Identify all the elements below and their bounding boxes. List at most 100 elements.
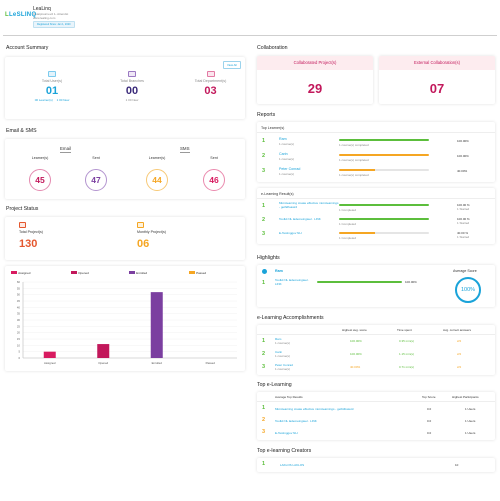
bar-enrolled[interactable] — [150, 292, 163, 358]
course-name[interactable]: Toolkit NL lademeingteel . LINK — [275, 419, 317, 423]
score: 100.00% — [350, 352, 362, 356]
new-users-link[interactable]: 1 00 New — [57, 98, 70, 102]
top-learners-title: Top Learner(s) — [261, 126, 285, 130]
highlights-title: Highlights — [257, 255, 280, 261]
learner-row[interactable]: 2 Carin 1 course(s) 1 course(s) complete… — [257, 151, 495, 164]
total-projects-label: Total Project(s) — [19, 230, 43, 234]
progress-bar — [339, 232, 429, 234]
top-elearning-row[interactable]: 1 Microlearning create effective microle… — [257, 404, 495, 415]
top-elearning-row[interactable]: 2 Toolkit NL lademeingteel . LINK 0.0 1 … — [257, 416, 495, 427]
y-tick-label: 55 — [17, 286, 21, 290]
bar-opened[interactable] — [97, 344, 110, 358]
avg: 2/2 — [457, 352, 462, 356]
top-score: 0.0 — [427, 419, 432, 423]
legend-label: Enrolled — [136, 271, 148, 275]
learner-row[interactable]: 1 Ram 1 course(s) 1 course(s) completed … — [257, 136, 495, 149]
learner-sub: 1 course(s) — [279, 157, 295, 161]
pct: 100.00% — [457, 154, 469, 158]
sms-label: SMS — [180, 146, 190, 153]
highlight-user-name[interactable]: Ram — [275, 269, 283, 273]
sms-sent-ring: 46 — [203, 169, 225, 191]
learner-sub: 1 course(s) — [275, 354, 291, 358]
course-name[interactable]: Microlearning create effective microlear… — [275, 407, 353, 411]
logo[interactable]: LLeSLINQ — [5, 12, 36, 18]
rank: 3 — [262, 364, 266, 370]
progress-bar — [339, 139, 429, 141]
top-elearning-row[interactable]: 3 E-Testinggov NLI 0.0 1 Users — [257, 428, 495, 439]
score: 100.00% — [350, 339, 362, 343]
elearning-results-title: e-Learning Result(s) — [261, 192, 294, 196]
email-learners-label: Learner(s) — [31, 156, 49, 160]
learner-row[interactable]: 3 Peter Conrad 1 course(s) 1 course(s) c… — [257, 166, 495, 179]
progress-bar — [339, 154, 429, 156]
col-header-avg: Avg. correct answers — [443, 328, 471, 332]
top-elearning-card: Average Top Results Top Score Highest Pa… — [257, 392, 495, 440]
rank: 1 — [262, 203, 266, 209]
legend-label: Opened — [78, 271, 89, 275]
registered-since-button[interactable]: Registered Since: Jan 1, 2020 — [33, 21, 75, 28]
pct-sub: 1 Started — [457, 221, 470, 225]
result-row[interactable]: 3 E-Testinggov NLI 1 Completed 40.00 % 1… — [257, 229, 495, 242]
progress-bar — [317, 281, 402, 283]
bar-assigned[interactable] — [43, 351, 56, 358]
external-collaboration-card[interactable]: External Collaboration(s) 07 — [379, 56, 495, 104]
legend-assigned[interactable]: Assigned — [11, 270, 30, 275]
progress-fill — [339, 139, 429, 141]
stat-label: Total Branches — [120, 79, 144, 83]
accomplishment-row[interactable]: 3 Peter Conrad 1 course(s) 40.00% 0.71 m… — [257, 362, 495, 374]
collaborated-label: Collaborated Project(s) — [293, 60, 337, 65]
course-name[interactable]: E-Testinggov NLI — [275, 431, 298, 435]
project-icon — [19, 222, 26, 228]
creator-name[interactable]: LAKLOS LAKLOS — [280, 463, 304, 467]
y-tick-label: 25 — [17, 324, 21, 328]
avg: 2/2 — [457, 365, 462, 369]
progress-bar — [339, 169, 429, 171]
accomplishment-row[interactable]: 1 Ram 1 course(s) 100.00% 0.35 min(s) 2/… — [257, 336, 495, 348]
external-value: 07 — [429, 81, 445, 96]
department-icon — [206, 71, 215, 77]
highlight-item-name[interactable]: Toolkit NL lademeingteel . LINK — [275, 278, 313, 286]
result-name[interactable]: E-Testinggov NLI — [279, 231, 339, 235]
bar-label: 1 course(s) completed — [339, 143, 369, 147]
y-tick-label: 40 — [17, 305, 21, 309]
divider — [257, 198, 495, 199]
rank: 1 — [262, 280, 266, 286]
divider — [257, 401, 495, 402]
y-tick-label: 10 — [17, 343, 21, 347]
divider — [257, 334, 495, 335]
result-row[interactable]: 1 Microlearning create effective microle… — [257, 201, 495, 214]
legend-swatch — [71, 271, 77, 275]
participants: 1 Users — [465, 407, 476, 411]
legend-passed[interactable]: Passed — [189, 270, 206, 275]
legend-enrolled[interactable]: Enrolled — [129, 270, 147, 275]
rank: 1 — [262, 338, 266, 344]
collaborated-projects-card[interactable]: Collaborated Project(s) 29 — [257, 56, 373, 104]
learner-name[interactable]: Peter Conrad — [279, 167, 300, 171]
x-tick-label: Enrolled — [152, 361, 163, 365]
learner-name[interactable]: Ram — [279, 137, 287, 141]
email-sent-label: Sent — [92, 156, 100, 160]
account-summary-card: View All Total User(s) 01 00 Learner(s) … — [5, 57, 245, 119]
company-website: www.lealing.com — [33, 16, 56, 20]
rank: 3 — [262, 429, 266, 435]
calendar-icon — [137, 222, 144, 228]
y-tick-label: 15 — [17, 337, 21, 341]
view-all-button[interactable]: View All — [223, 61, 241, 69]
stat-total-departments: Total Department(s) 03 — [183, 71, 238, 97]
result-row[interactable]: 2 Toolkit NL lademeingteel . LINK 1 Comp… — [257, 215, 495, 228]
learner-name[interactable]: Carin — [279, 152, 288, 156]
result-name[interactable]: Toolkit NL lademeingteel . LINK — [279, 217, 339, 221]
bar-label: 1 course(s) completed — [339, 173, 369, 177]
project-status-card: Total Project(s) 130 Monthly Project(s) … — [5, 217, 245, 260]
rank: 2 — [262, 217, 266, 223]
sms-sent-label: Sent — [210, 156, 218, 160]
legend-opened[interactable]: Opened — [71, 270, 89, 275]
elearning-results-card: e-Learning Result(s) 1 Microlearning cre… — [257, 188, 495, 244]
learners-link[interactable]: 00 Learner(s) — [35, 98, 53, 102]
accomplishments-card: Highest avg. score Time spent Avg. corre… — [257, 325, 495, 375]
accomplishment-row[interactable]: 2 Carin 1 course(s) 100.00% 1.15 min(s) … — [257, 349, 495, 361]
x-tick-label: Assigned — [44, 361, 56, 365]
average-score-label: Average Score — [453, 269, 477, 273]
top-score: 0.0 — [427, 407, 432, 411]
result-name[interactable]: Microlearning create effective microlear… — [279, 201, 339, 209]
